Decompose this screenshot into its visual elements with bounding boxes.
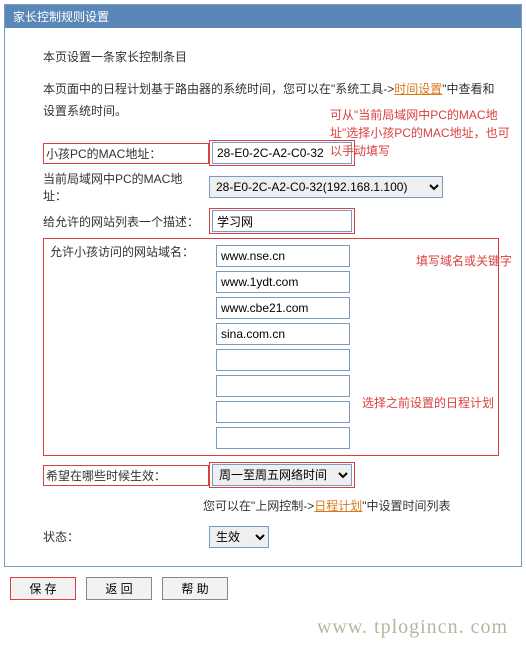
- footer-watermark: www. tplogincn. com: [0, 610, 526, 645]
- domains-box: 允许小孩访问的网站域名：: [43, 238, 499, 456]
- desc-box: [209, 208, 355, 234]
- schedule-plan-link[interactable]: 日程计划: [314, 499, 362, 513]
- row-schedule: 希望在哪些时候生效： 周一至周五网络时间: [43, 462, 499, 488]
- back-button[interactable]: 返 回: [86, 577, 152, 600]
- button-bar: 保 存 返 回 帮 助: [0, 571, 526, 610]
- domain-input-0[interactable]: [216, 245, 350, 267]
- intro-text-1: 本页设置一条家长控制条目: [43, 48, 499, 65]
- hint-a: 您可以在"上网控制->: [203, 499, 314, 513]
- child-mac-label: 小孩PC的MAC地址：: [43, 143, 209, 164]
- domain-input-7[interactable]: [216, 427, 350, 449]
- hint-b: "中设置时间列表: [362, 499, 450, 513]
- status-label: 状态：: [43, 528, 209, 545]
- help-button[interactable]: 帮 助: [162, 577, 228, 600]
- desc-input[interactable]: [212, 210, 352, 232]
- row-status: 状态： 生效: [43, 526, 499, 548]
- annotation-schedule: 选择之前设置的日程计划: [362, 394, 522, 412]
- settings-panel: 家长控制规则设置 本页设置一条家长控制条目 本页面中的日程计划基于路由器的系统时…: [4, 4, 522, 567]
- row-desc: 给允许的网站列表一个描述：: [43, 208, 499, 234]
- domain-inputs: [210, 243, 350, 451]
- domains-label: 允许小孩访问的网站域名：: [50, 243, 210, 451]
- schedule-select[interactable]: 周一至周五网络时间: [212, 464, 352, 486]
- panel-title: 家长控制规则设置: [5, 5, 521, 28]
- status-select[interactable]: 生效: [209, 526, 269, 548]
- domain-input-3[interactable]: [216, 323, 350, 345]
- save-button[interactable]: 保 存: [10, 577, 76, 600]
- lan-mac-select[interactable]: 28-E0-2C-A2-C0-32(192.168.1.100): [209, 176, 443, 198]
- annotation-domain: 填写域名或关键字: [416, 252, 526, 270]
- schedule-hint: 您可以在"上网控制->日程计划"中设置时间列表: [203, 496, 499, 518]
- schedule-box: 周一至周五网络时间: [209, 462, 355, 488]
- domain-input-6[interactable]: [216, 401, 350, 423]
- lan-mac-label: 当前局域网中PC的MAC地址：: [43, 170, 209, 204]
- domain-input-5[interactable]: [216, 375, 350, 397]
- annotation-mac: 可从"当前局域网中PC的MAC地址"选择小孩PC的MAC地址，也可以手动填写: [330, 106, 515, 160]
- time-settings-link[interactable]: 时间设置: [394, 82, 442, 96]
- schedule-label: 希望在哪些时候生效：: [43, 465, 209, 486]
- domain-input-1[interactable]: [216, 271, 350, 293]
- domain-input-4[interactable]: [216, 349, 350, 371]
- domain-input-2[interactable]: [216, 297, 350, 319]
- intro2-a: 本页面中的日程计划基于路由器的系统时间，您可以在"系统工具->: [43, 82, 394, 96]
- row-lan-mac: 当前局域网中PC的MAC地址： 28-E0-2C-A2-C0-32(192.16…: [43, 170, 499, 204]
- desc-label: 给允许的网站列表一个描述：: [43, 213, 209, 230]
